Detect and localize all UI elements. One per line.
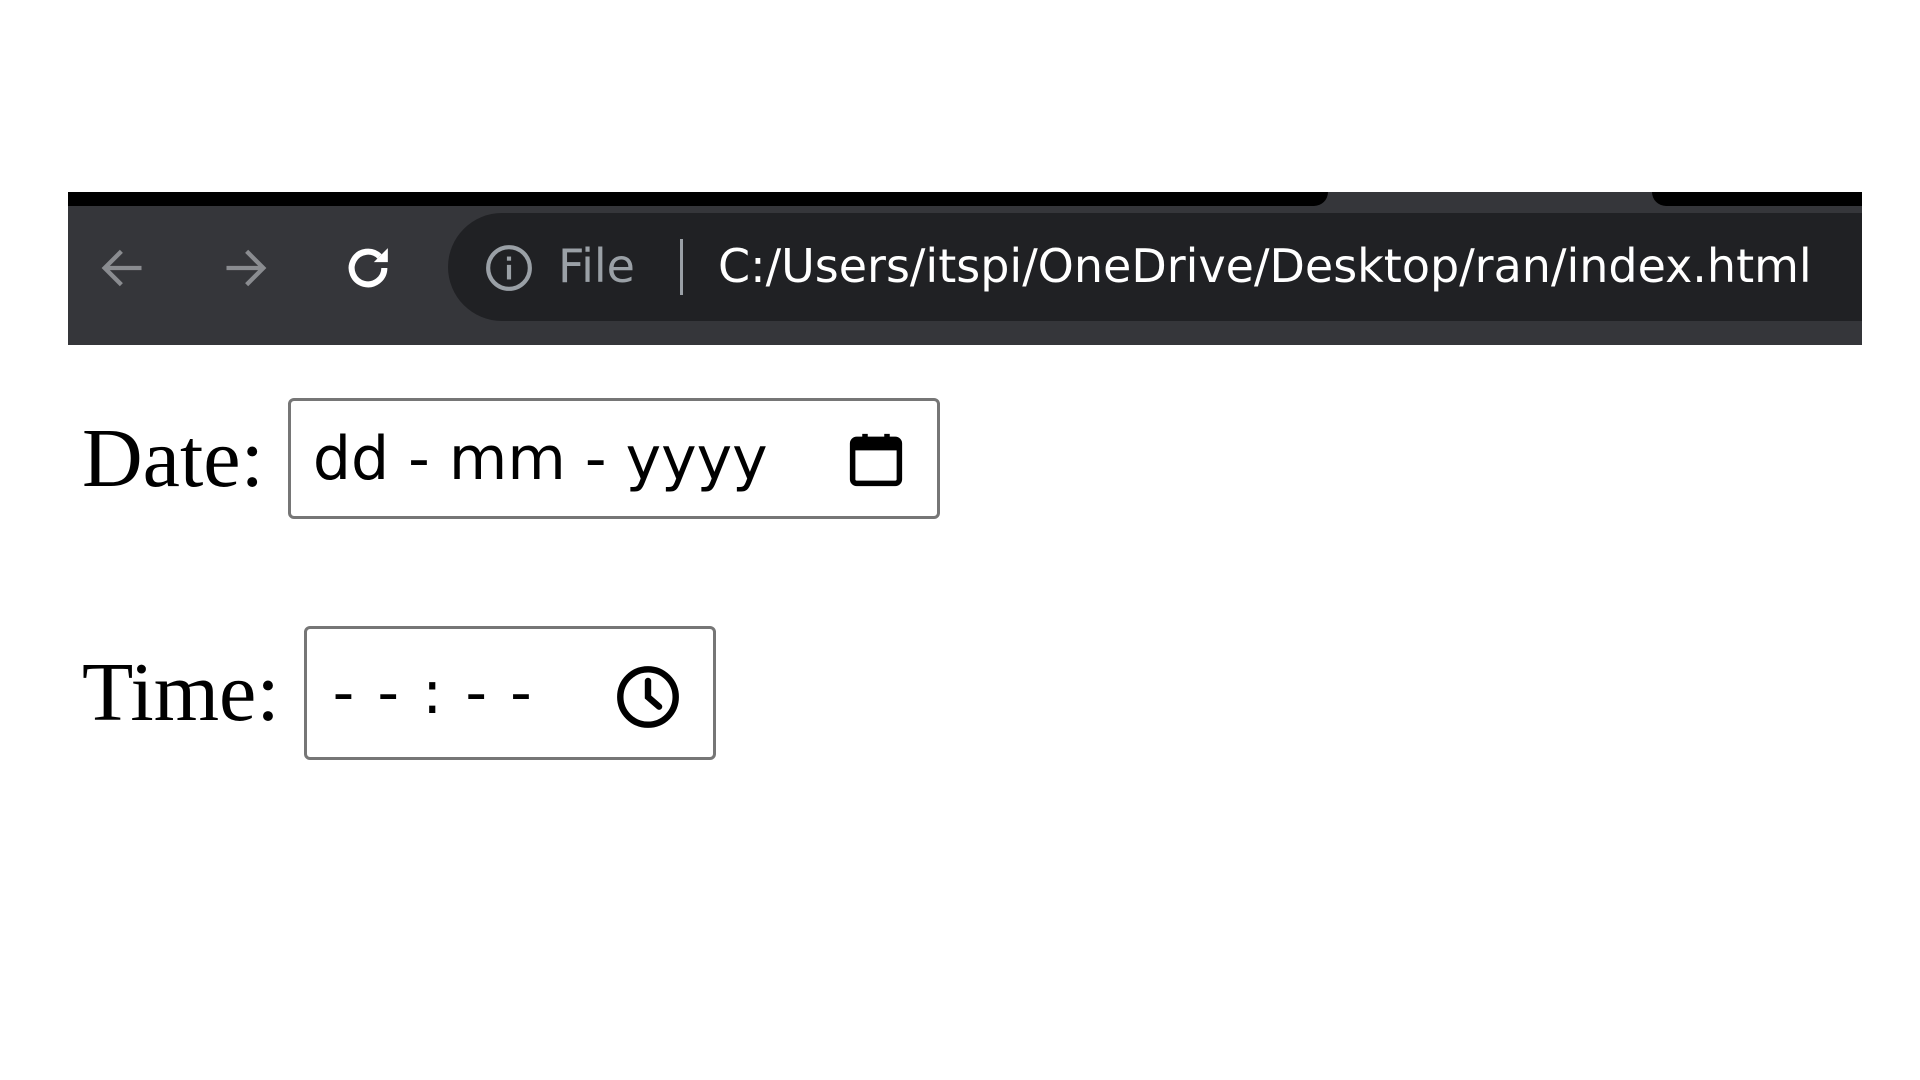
tab-strip-background-right [1652,192,1862,206]
forward-button[interactable] [214,236,278,300]
time-placeholder: - - : - - [332,658,534,728]
tab-strip-background-left [68,192,1328,206]
arrow-right-icon [226,249,267,287]
time-field-row: Time: - - : - - [82,626,716,760]
address-bar[interactable]: File C:/Users/itspi/OneDrive/Desktop/ran… [448,213,1862,321]
time-label: Time: [82,646,280,739]
browser-toolbar: File C:/Users/itspi/OneDrive/Desktop/ran… [68,206,1862,345]
info-circle-icon[interactable] [484,243,534,293]
reload-button[interactable] [336,236,400,300]
date-label: Date: [82,411,264,505]
date-field-row: Date: dd - mm - yyyy [82,398,940,519]
omnibox-divider [680,239,683,295]
date-input[interactable]: dd - mm - yyyy [287,398,940,519]
clock-icon[interactable] [613,662,683,732]
url-text[interactable]: C:/Users/itspi/OneDrive/Desktop/ran/inde… [718,239,1812,293]
tab-strip [68,192,1862,206]
reload-icon [348,248,388,288]
back-button[interactable] [90,236,154,300]
time-input[interactable]: - - : - - [303,626,716,760]
calendar-icon[interactable] [843,427,909,493]
arrow-left-icon [101,249,142,287]
date-placeholder: dd - mm - yyyy [312,423,768,494]
browser-chrome: File C:/Users/itspi/OneDrive/Desktop/ran… [68,192,1862,345]
url-scheme-label[interactable]: File [558,239,635,293]
